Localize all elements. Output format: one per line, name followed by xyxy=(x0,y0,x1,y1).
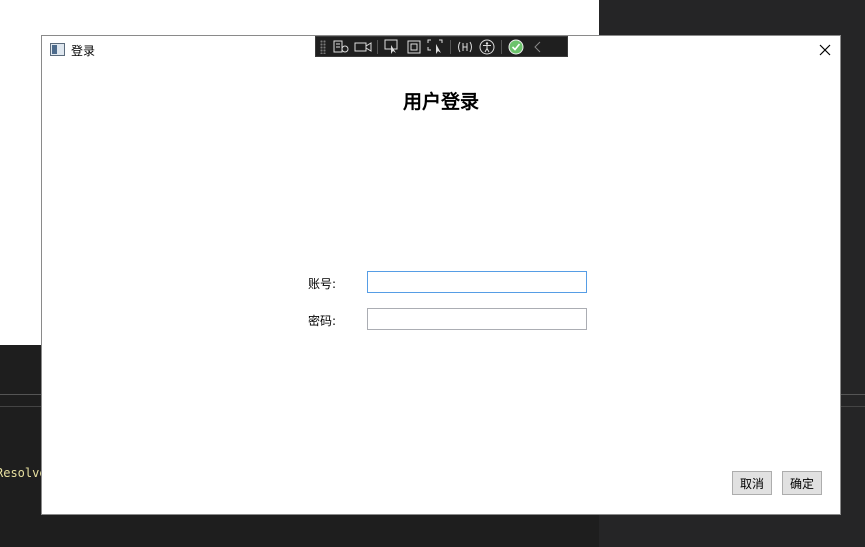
confirm-button[interactable]: 确定 xyxy=(782,471,822,495)
toolbar-grip-icon[interactable] xyxy=(320,39,326,54)
background-console-text: Resolve xyxy=(0,466,47,480)
close-icon xyxy=(819,44,831,55)
close-button[interactable] xyxy=(810,36,840,63)
toolbar-separator xyxy=(377,39,378,54)
cancel-button[interactable]: 取消 xyxy=(732,471,772,495)
live-visual-tree-icon[interactable] xyxy=(330,38,352,56)
page-title: 用户登录 xyxy=(402,91,479,113)
collapse-toolbar-icon[interactable] xyxy=(527,38,549,56)
password-input[interactable] xyxy=(367,308,587,330)
track-focus-icon[interactable] xyxy=(425,38,447,56)
debug-toolbar xyxy=(315,36,568,57)
record-icon[interactable] xyxy=(352,38,374,56)
select-element-icon[interactable] xyxy=(381,38,403,56)
toolbar-separator xyxy=(450,39,451,54)
account-input[interactable] xyxy=(367,271,587,293)
login-window: 登录 用户登录 账号: 密码: 取消 确定 xyxy=(41,35,841,515)
account-label: 账号: xyxy=(308,277,337,291)
window-title: 登录 xyxy=(71,44,96,58)
window-app-icon xyxy=(50,43,65,56)
accessibility-icon[interactable] xyxy=(476,38,498,56)
password-label: 密码: xyxy=(308,314,337,328)
display-adorners-icon[interactable] xyxy=(403,38,425,56)
hot-reload-check-icon[interactable] xyxy=(505,38,527,56)
title-bar[interactable]: 登录 xyxy=(42,36,840,65)
toolbar-separator xyxy=(501,39,502,54)
binding-failures-icon[interactable] xyxy=(454,38,476,56)
